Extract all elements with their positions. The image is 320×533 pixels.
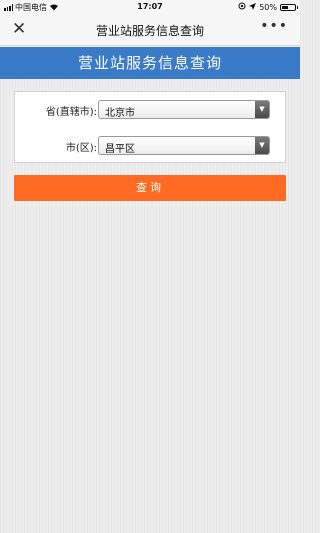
query-form: 省(直辖市): 北京市 ▼ 市(区): 昌平区 ▼ bbox=[14, 91, 286, 163]
status-bar: 中国电信 17:07 50% bbox=[0, 0, 300, 14]
chevron-down-icon: ▼ bbox=[255, 101, 269, 118]
query-button[interactable]: 查询 bbox=[14, 175, 286, 201]
close-icon[interactable]: ✕ bbox=[12, 19, 26, 39]
page-title: 营业站服务信息查询 bbox=[0, 47, 300, 79]
city-row: 市(区): 昌平区 ▼ bbox=[15, 136, 285, 156]
province-select[interactable]: 北京市 ▼ bbox=[98, 100, 270, 119]
province-label: 省(直辖市): bbox=[45, 107, 97, 118]
orientation-lock-icon bbox=[238, 2, 246, 12]
city-label: 市(区): bbox=[65, 143, 97, 154]
province-row: 省(直辖市): 北京市 ▼ bbox=[15, 100, 285, 120]
city-select[interactable]: 昌平区 ▼ bbox=[98, 136, 270, 155]
nav-bar: ✕ 营业站服务信息查询 ••• bbox=[0, 14, 300, 46]
location-icon bbox=[249, 2, 257, 12]
city-value: 昌平区 bbox=[105, 144, 135, 155]
province-value: 北京市 bbox=[105, 108, 135, 119]
battery-icon bbox=[280, 3, 298, 11]
battery-percent: 50% bbox=[259, 2, 277, 12]
more-icon[interactable]: ••• bbox=[260, 18, 288, 34]
nav-title: 营业站服务信息查询 bbox=[95, 24, 204, 38]
chevron-down-icon: ▼ bbox=[255, 137, 269, 154]
status-right: 50% bbox=[238, 2, 298, 12]
